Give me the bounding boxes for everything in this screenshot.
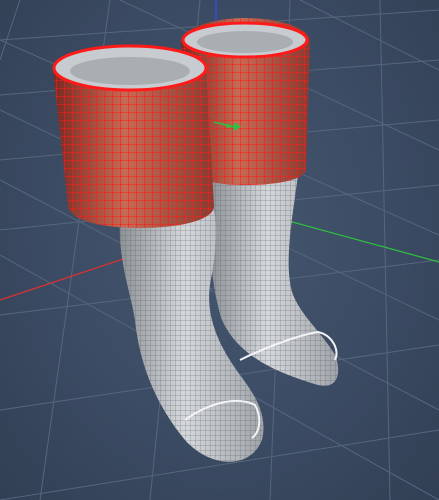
3d-viewport[interactable]: [0, 0, 439, 500]
right-boot[interactable]: [209, 175, 339, 386]
left-cuff-selection[interactable]: [52, 44, 214, 228]
viewport-canvas[interactable]: [0, 0, 439, 500]
